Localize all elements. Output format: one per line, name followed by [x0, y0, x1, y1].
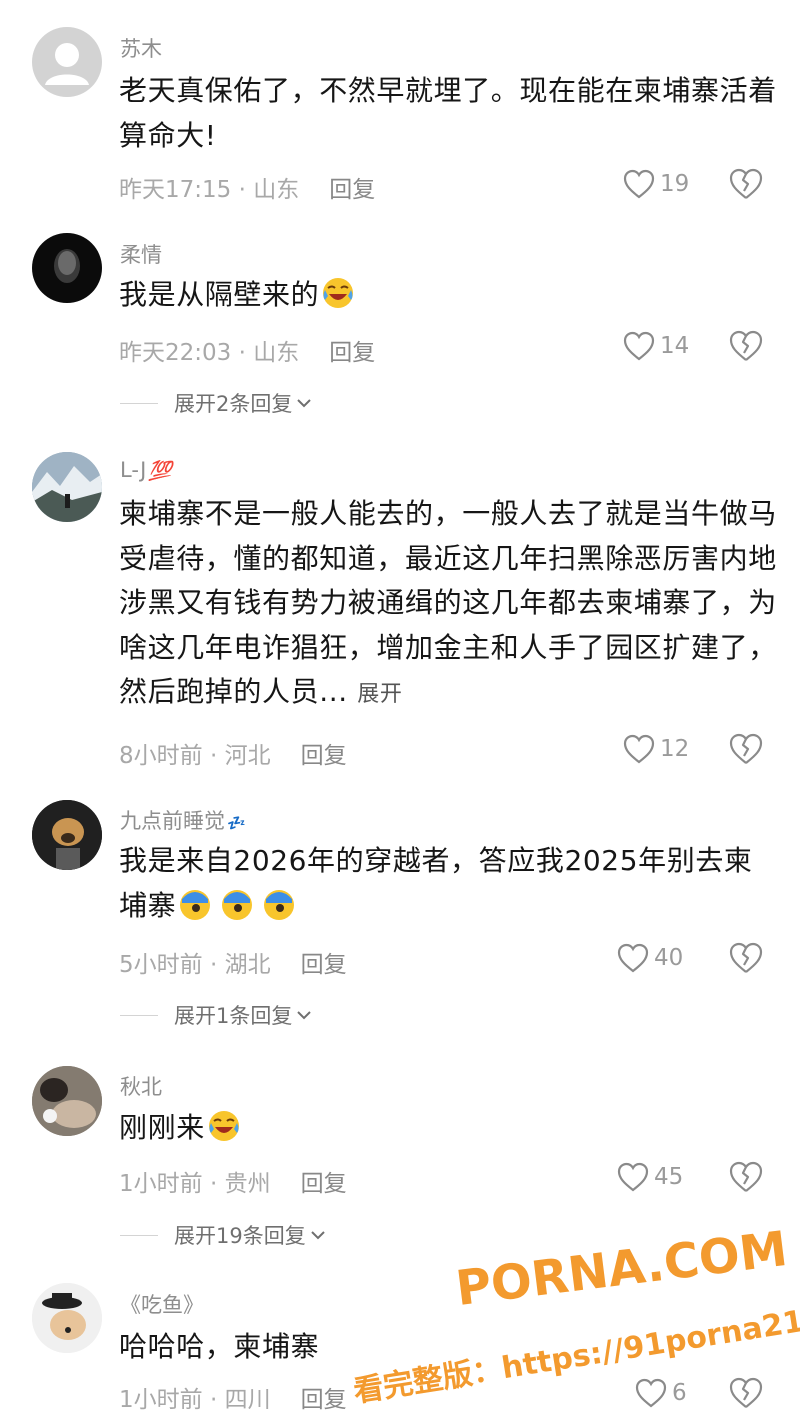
expand-replies-label: 展开1条回复 [174, 1004, 293, 1028]
comment-meta: 昨天17:15 · 山东 回复 [119, 170, 375, 204]
comment-meta: 1小时前 · 贵州 回复 [119, 1164, 347, 1198]
broken-heart-icon[interactable] [728, 940, 764, 976]
chevron-down-icon [297, 1011, 312, 1020]
default-avatar-icon [45, 43, 89, 85]
avatar-image [32, 1066, 102, 1136]
comment-meta: 1小时前 · 四川 回复 [119, 1380, 347, 1414]
comment-text: 我是来自2026年的穿越者，答应我2025年别去柬埔寨 [119, 844, 753, 922]
like-button[interactable]: 12 [622, 732, 689, 766]
comment-meta: 8小时前 · 河北 回复 [119, 736, 347, 770]
heart-icon [617, 1162, 649, 1192]
comment-text: 老天真保佑了，不然早就埋了。现在能在柬埔寨活着算命大! [119, 74, 777, 152]
timestamp-location: 昨天17:15 · 山东 [119, 177, 300, 203]
reply-button[interactable]: 回复 [301, 743, 347, 769]
laugh-cry-emoji-icon [208, 1111, 239, 1141]
comment-text: 柬埔寨不是一般人能去的，一般人去了就是当牛做马受虐待，懂的都知道，最近这几年扫黑… [119, 497, 777, 708]
expand-replies-label: 展开2条回复 [174, 392, 293, 416]
avatar-image [32, 1283, 102, 1353]
timestamp-location: 5小时前 · 湖北 [119, 952, 271, 978]
reply-button[interactable]: 回复 [329, 340, 375, 366]
like-count: 40 [654, 945, 684, 971]
divider [120, 1014, 158, 1016]
broken-heart-icon[interactable] [728, 1375, 764, 1411]
expand-replies-label: 展开19条回复 [174, 1224, 306, 1248]
chevron-down-icon [297, 399, 312, 408]
broken-heart-icon[interactable] [728, 1159, 764, 1195]
comment-meta: 5小时前 · 湖北 回复 [119, 945, 347, 979]
avatar-image [32, 452, 102, 522]
heart-icon [623, 169, 655, 199]
expand-replies-button[interactable]: 展开2条回复 [120, 388, 312, 418]
sleeping-emoji: 💤 [227, 814, 246, 832]
username[interactable]: 《吃鱼》 [120, 1289, 204, 1319]
reply-button[interactable]: 回复 [301, 1171, 347, 1197]
show-more-link[interactable]: 展开 [357, 682, 402, 707]
broken-heart-icon[interactable] [728, 166, 764, 202]
timestamp-location: 1小时前 · 贵州 [119, 1171, 271, 1197]
hundred-points-emoji: 💯 [148, 460, 172, 482]
like-count: 45 [654, 1164, 684, 1190]
like-button[interactable]: 14 [622, 329, 689, 363]
reply-button[interactable]: 回复 [329, 177, 375, 203]
like-count: 6 [672, 1380, 687, 1406]
expand-replies-button[interactable]: 展开1条回复 [120, 1000, 312, 1030]
comment-text: 刚刚来 [119, 1106, 779, 1151]
username[interactable]: 苏木 [120, 33, 162, 63]
avatar-image [54, 249, 80, 283]
avatar[interactable] [32, 800, 102, 870]
reply-button[interactable]: 回复 [301, 952, 347, 978]
comment-meta: 昨天22:03 · 山东 回复 [119, 333, 375, 367]
like-button[interactable]: 40 [616, 941, 683, 975]
comment-text: 哈哈哈，柬埔寨 [119, 1330, 320, 1363]
chevron-down-icon [311, 1231, 325, 1240]
like-button[interactable]: 19 [622, 167, 689, 201]
username[interactable]: 秋北 [120, 1071, 162, 1101]
heart-icon [623, 331, 655, 361]
avatar[interactable] [32, 233, 102, 303]
username[interactable]: L-J 💯 [120, 458, 172, 482]
reply-button[interactable]: 回复 [301, 1387, 347, 1413]
username[interactable]: 九点前睡觉 💤 [120, 805, 246, 835]
avatar-image [32, 800, 102, 870]
heart-icon [617, 943, 649, 973]
watermark-brand: PORNA.COM [452, 1220, 791, 1318]
like-button[interactable]: 45 [616, 1160, 683, 1194]
like-count: 14 [660, 333, 690, 359]
broken-heart-icon[interactable] [728, 731, 764, 767]
avatar[interactable] [32, 27, 102, 97]
like-button[interactable]: 6 [634, 1376, 687, 1410]
expand-replies-button[interactable]: 展开19条回复 [120, 1220, 326, 1250]
avatar[interactable] [32, 452, 102, 522]
like-count: 12 [660, 736, 690, 762]
avatar[interactable] [32, 1066, 102, 1136]
timestamp-location: 昨天22:03 · 山东 [119, 340, 300, 366]
shocked-emoji-icon [180, 889, 295, 920]
heart-icon [635, 1378, 667, 1408]
comment-text: 我是从隔壁来的 [119, 273, 779, 318]
divider [120, 402, 158, 404]
timestamp-location: 1小时前 · 四川 [119, 1387, 271, 1413]
divider [120, 1234, 158, 1236]
laugh-cry-emoji-icon [323, 278, 354, 308]
heart-icon [623, 734, 655, 764]
like-count: 19 [660, 171, 690, 197]
username[interactable]: 柔情 [120, 239, 162, 269]
broken-heart-icon[interactable] [728, 328, 764, 364]
timestamp-location: 8小时前 · 河北 [119, 743, 271, 769]
avatar[interactable] [32, 1283, 102, 1353]
